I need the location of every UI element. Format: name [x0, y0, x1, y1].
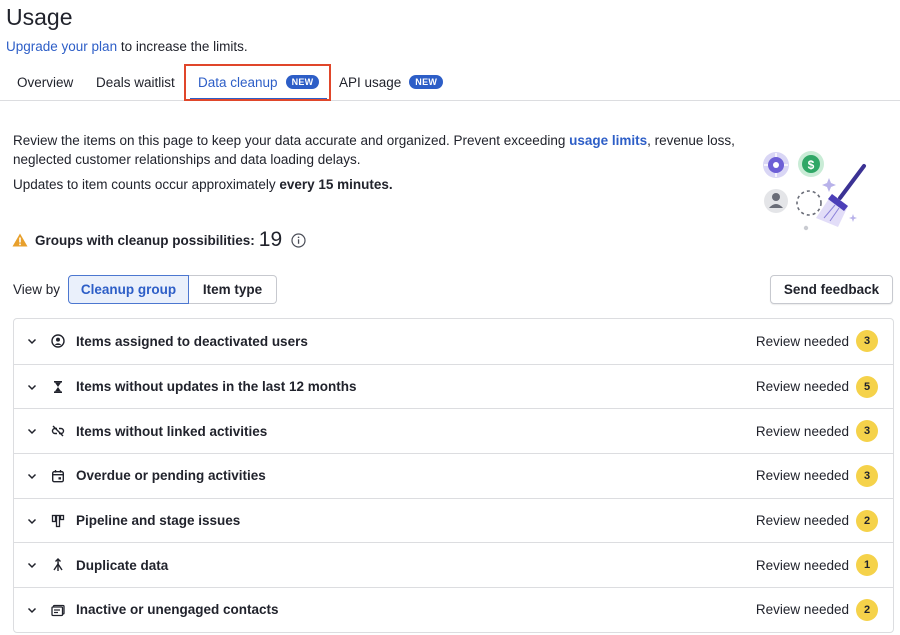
row-status: Review needed — [755, 379, 849, 395]
row-label: Items without updates in the last 12 mon… — [76, 379, 357, 395]
list-item[interactable]: Inactive or unengaged contacts Review ne… — [14, 587, 893, 632]
merge-icon — [51, 558, 65, 572]
row-label: Items assigned to deactivated users — [76, 333, 308, 349]
row-status: Review needed — [755, 513, 849, 529]
chevron-down-icon[interactable] — [26, 515, 38, 527]
usage-limits-link[interactable]: usage limits — [569, 133, 647, 148]
chevron-down-icon[interactable] — [26, 425, 38, 437]
cleanup-groups-summary: Groups with cleanup possibilities: 19 — [12, 228, 306, 252]
tab-deals-waitlist[interactable]: Deals waitlist — [96, 64, 175, 100]
row-count-badge: 3 — [856, 420, 878, 443]
upgrade-plan-link[interactable]: Upgrade your plan — [6, 39, 117, 54]
tab-api-usage[interactable]: API usage NEW — [339, 64, 444, 100]
hourglass-icon — [51, 380, 65, 394]
intro-text-before: Review the items on this page to keep yo… — [13, 133, 570, 148]
cleanup-groups-label: Groups with cleanup possibilities: — [35, 232, 255, 248]
view-by-label: View by — [13, 282, 61, 297]
pipeline-icon — [51, 514, 65, 528]
update-frequency-text: Updates to item counts occur approximate… — [13, 177, 393, 192]
cleanup-illustration: $ — [763, 151, 866, 231]
chevron-down-icon[interactable] — [26, 559, 38, 571]
contact-card-icon — [51, 603, 65, 617]
list-item[interactable]: Pipeline and stage issues Review needed … — [14, 497, 893, 543]
page-title: Usage — [6, 4, 73, 30]
row-status: Review needed — [755, 468, 849, 484]
row-label: Inactive or unengaged contacts — [76, 602, 279, 618]
row-status: Review needed — [755, 557, 849, 573]
row-count-badge: 3 — [856, 464, 878, 487]
view-cleanup-group-button[interactable]: Cleanup group — [68, 275, 189, 304]
tab-bar: Overview Deals waitlist Data cleanup NEW… — [0, 64, 900, 101]
row-label: Pipeline and stage issues — [76, 513, 241, 529]
row-count-badge: 5 — [856, 375, 878, 398]
chevron-down-icon[interactable] — [26, 381, 38, 393]
row-count-badge: 3 — [856, 330, 878, 353]
svg-text:$: $ — [808, 158, 815, 172]
chevron-down-icon[interactable] — [26, 604, 38, 616]
update-frequency-before: Updates to item counts occur approximate… — [13, 177, 280, 192]
row-label: Items without linked activities — [76, 423, 268, 439]
update-frequency-value: every 15 minutes. — [279, 177, 393, 192]
tab-api-usage-label: API usage — [339, 74, 402, 90]
row-status: Review needed — [755, 333, 849, 349]
row-count-badge: 2 — [856, 509, 878, 532]
view-toggle: Cleanup group Item type — [68, 275, 277, 304]
row-status: Review needed — [755, 602, 849, 618]
row-label: Overdue or pending activities — [76, 468, 266, 484]
row-count-badge: 1 — [856, 554, 878, 577]
list-item[interactable]: Items without updates in the last 12 mon… — [14, 363, 893, 409]
upgrade-line-text: to increase the limits. — [117, 39, 248, 54]
tab-overview-label: Overview — [17, 74, 74, 90]
row-count-badge: 2 — [856, 598, 878, 621]
cleanup-groups-count: 19 — [258, 228, 283, 251]
info-icon[interactable] — [291, 232, 306, 248]
tab-overview[interactable]: Overview — [17, 64, 73, 100]
warning-icon — [12, 233, 28, 247]
intro-text: Review the items on this page to keep yo… — [13, 131, 748, 169]
row-label: Duplicate data — [76, 557, 169, 573]
user-circle-icon — [51, 334, 65, 349]
row-status: Review needed — [755, 423, 849, 439]
new-badge: NEW — [409, 75, 444, 89]
chevron-down-icon[interactable] — [26, 335, 38, 347]
unlinked-icon — [51, 424, 65, 438]
upgrade-line: Upgrade your plan to increase the limits… — [6, 39, 248, 54]
list-item[interactable]: Overdue or pending activities Review nee… — [14, 453, 893, 498]
chevron-down-icon[interactable] — [26, 470, 38, 482]
list-item[interactable]: Items without linked activities Review n… — [14, 408, 893, 453]
list-item[interactable]: Items assigned to deactivated users Revi… — [14, 319, 893, 364]
cleanup-group-list: Items assigned to deactivated users Revi… — [13, 318, 894, 633]
view-item-type-button[interactable]: Item type — [189, 275, 277, 304]
tab-highlight-box — [184, 64, 331, 101]
list-item[interactable]: Duplicate data Review needed 1 — [14, 542, 893, 587]
send-feedback-button[interactable]: Send feedback — [770, 275, 893, 304]
tab-deals-waitlist-label: Deals waitlist — [96, 74, 175, 90]
calendar-icon — [51, 469, 65, 483]
